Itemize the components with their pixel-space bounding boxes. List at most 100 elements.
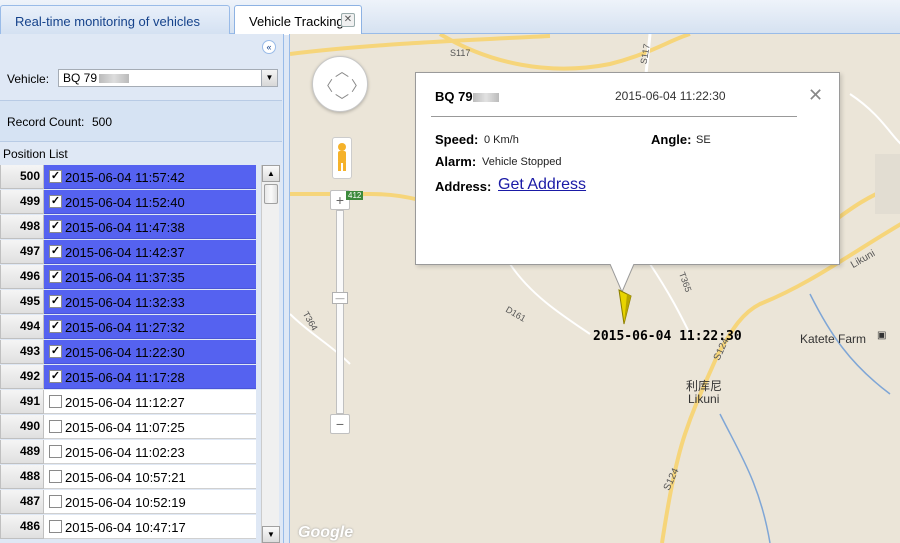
popup-vehicle-id-text: BQ 79	[435, 89, 473, 104]
position-cell[interactable]: 2015-06-04 11:12:27	[44, 390, 256, 414]
position-list: 500 ✓ 2015-06-04 11:57:42 499 ✓ 2015-06-04 11…	[0, 165, 284, 543]
list-item[interactable]: 494 ✓ 2015-06-04 11:27:32	[0, 315, 256, 340]
checkbox-checked[interactable]: ✓	[49, 220, 62, 233]
list-item[interactable]: 488 2015-06-04 10:57:21	[0, 465, 256, 490]
checkbox-checked[interactable]: ✓	[49, 270, 62, 283]
row-number: 489	[0, 440, 44, 464]
list-item[interactable]: 491 2015-06-04 11:12:27	[0, 390, 256, 415]
checkbox[interactable]	[49, 445, 62, 458]
list-item[interactable]: 492 ✓ 2015-06-04 11:17:28	[0, 365, 256, 390]
checkbox[interactable]	[49, 395, 62, 408]
map-view[interactable]: ︿ ﹀ 〈 〉 + — − S117 S117 412 T364 D161 T3…	[289, 34, 900, 543]
position-cell[interactable]: 2015-06-04 10:57:21	[44, 465, 256, 489]
position-time: 2015-06-04 10:47:17	[65, 520, 186, 535]
list-scrollbar[interactable]: ▲ ▼	[261, 165, 280, 543]
row-number: 492	[0, 365, 44, 389]
place-katete-farm: Katete Farm	[800, 332, 867, 346]
pan-down-icon[interactable]: ﹀	[335, 91, 349, 111]
checkbox-checked[interactable]: ✓	[49, 345, 62, 358]
position-cell[interactable]: 2015-06-04 11:02:23	[44, 440, 256, 464]
pan-left-icon[interactable]: 〈	[319, 76, 333, 96]
list-item[interactable]: 497 ✓ 2015-06-04 11:42:37	[0, 240, 256, 265]
scroll-down-icon[interactable]: ▼	[262, 526, 280, 543]
pan-up-icon[interactable]: ︿	[335, 61, 349, 81]
redacted-mask	[99, 74, 130, 84]
list-item[interactable]: 498 ✓ 2015-06-04 11:47:38	[0, 215, 256, 240]
scroll-thumb[interactable]	[264, 184, 278, 204]
poi-icon: ▣	[877, 330, 887, 341]
position-cell[interactable]: ✓ 2015-06-04 11:22:30	[44, 340, 256, 364]
record-count-box: Record Count: 500	[0, 100, 282, 142]
position-cell[interactable]: ✓ 2015-06-04 11:37:35	[44, 265, 256, 289]
list-item[interactable]: 500 ✓ 2015-06-04 11:57:42	[0, 165, 256, 190]
position-time: 2015-06-04 11:22:30	[65, 345, 185, 360]
position-cell[interactable]: ✓ 2015-06-04 11:52:40	[44, 190, 256, 214]
get-address-link[interactable]: Get Address	[498, 176, 586, 194]
speed-label: Speed:	[435, 132, 479, 147]
position-time: 2015-06-04 11:52:40	[65, 195, 185, 210]
collapse-panel-icon[interactable]: «	[262, 40, 276, 54]
google-logo: Google	[298, 524, 354, 541]
checkbox[interactable]	[49, 470, 62, 483]
address-label: Address:	[435, 179, 492, 194]
row-number: 494	[0, 315, 44, 339]
position-cell[interactable]: ✓ 2015-06-04 11:47:38	[44, 215, 256, 239]
pan-right-icon[interactable]: 〉	[351, 76, 365, 96]
vehicle-marker-icon[interactable]	[615, 288, 635, 328]
alarm-label: Alarm:	[435, 154, 477, 169]
tab-bar: Real-time monitoring of vehicles Vehicle…	[0, 0, 900, 35]
position-time: 2015-06-04 11:27:32	[65, 320, 185, 335]
vehicle-label: Vehicle:	[7, 72, 50, 86]
checkbox-checked[interactable]: ✓	[49, 170, 62, 183]
row-number: 493	[0, 340, 44, 364]
close-icon[interactable]: ✕	[341, 13, 355, 27]
zoom-slider-knob[interactable]: —	[332, 292, 348, 304]
close-popup-icon[interactable]: ✕	[808, 85, 823, 106]
angle-label: Angle:	[651, 132, 692, 147]
position-cell[interactable]: ✓ 2015-06-04 11:42:37	[44, 240, 256, 264]
redacted-mask	[472, 93, 499, 103]
list-item[interactable]: 487 2015-06-04 10:52:19	[0, 490, 256, 515]
position-time: 2015-06-04 11:02:23	[65, 445, 185, 460]
row-number: 497	[0, 240, 44, 264]
list-item[interactable]: 496 ✓ 2015-06-04 11:37:35	[0, 265, 256, 290]
road-shield-412: 412	[346, 191, 364, 200]
list-item[interactable]: 493 ✓ 2015-06-04 11:22:30	[0, 340, 256, 365]
checkbox[interactable]	[49, 495, 62, 508]
checkbox-checked[interactable]: ✓	[49, 295, 62, 308]
tab-vehicle-tracking[interactable]: Vehicle Tracking ✕	[234, 5, 362, 35]
dropdown-arrow-icon[interactable]: ▼	[261, 70, 277, 86]
pan-control[interactable]: ︿ ﹀ 〈 〉	[312, 56, 368, 112]
checkbox-checked[interactable]: ✓	[49, 195, 62, 208]
popup-divider	[431, 116, 797, 117]
position-time: 2015-06-04 10:52:19	[65, 495, 186, 510]
checkbox-checked[interactable]: ✓	[49, 245, 62, 258]
position-cell[interactable]: 2015-06-04 11:07:25	[44, 415, 256, 439]
position-cell[interactable]: 2015-06-04 10:47:17	[44, 515, 256, 539]
position-cell[interactable]: ✓ 2015-06-04 11:17:28	[44, 365, 256, 389]
zoom-out-button[interactable]: −	[330, 414, 350, 434]
list-item[interactable]: 495 ✓ 2015-06-04 11:32:33	[0, 290, 256, 315]
vehicle-select[interactable]: BQ 79 ▼	[58, 69, 278, 87]
position-cell[interactable]: ✓ 2015-06-04 11:57:42	[44, 165, 256, 189]
checkbox-checked[interactable]: ✓	[49, 320, 62, 333]
position-cell[interactable]: ✓ 2015-06-04 11:32:33	[44, 290, 256, 314]
street-view-pegman-icon[interactable]	[332, 137, 352, 179]
row-number: 500	[0, 165, 44, 189]
position-time: 2015-06-04 11:07:25	[65, 420, 185, 435]
alarm-value: Vehicle Stopped	[482, 156, 562, 168]
list-item[interactable]: 490 2015-06-04 11:07:25	[0, 415, 256, 440]
position-cell[interactable]: ✓ 2015-06-04 11:27:32	[44, 315, 256, 339]
list-item[interactable]: 486 2015-06-04 10:47:17	[0, 515, 256, 540]
list-item[interactable]: 489 2015-06-04 11:02:23	[0, 440, 256, 465]
zoom-slider-track[interactable]	[336, 210, 344, 414]
left-panel: « Vehicle: BQ 79 ▼ Record Count: 500 Pos…	[0, 34, 284, 543]
checkbox[interactable]	[49, 520, 62, 533]
position-time: 2015-06-04 11:42:37	[65, 245, 185, 260]
tab-realtime-monitoring[interactable]: Real-time monitoring of vehicles	[0, 5, 230, 34]
checkbox[interactable]	[49, 420, 62, 433]
scroll-up-icon[interactable]: ▲	[262, 165, 280, 182]
list-item[interactable]: 499 ✓ 2015-06-04 11:52:40	[0, 190, 256, 215]
checkbox-checked[interactable]: ✓	[49, 370, 62, 383]
position-cell[interactable]: 2015-06-04 10:52:19	[44, 490, 256, 514]
